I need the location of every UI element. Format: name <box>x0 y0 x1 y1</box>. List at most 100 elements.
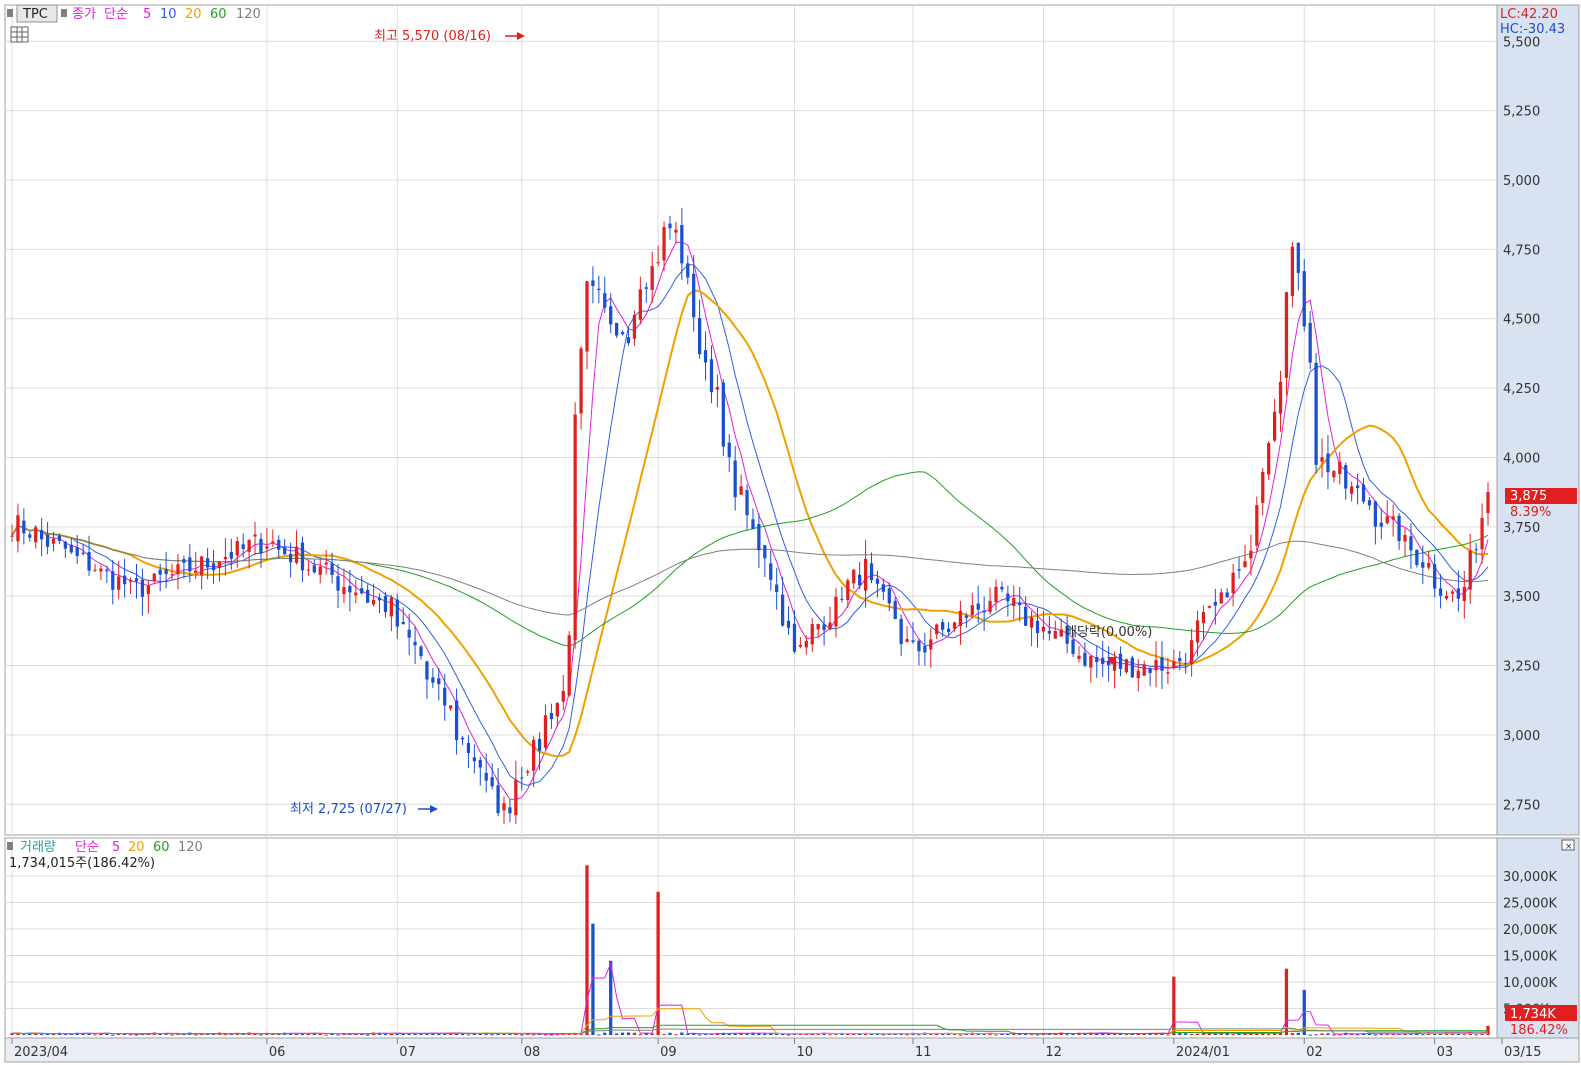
time-tick-label: 2024/01 <box>1176 1045 1230 1060</box>
time-tick-label: 11 <box>915 1045 932 1060</box>
volume-bar <box>1267 1034 1271 1036</box>
volume-bar <box>786 1034 791 1036</box>
volume-bar <box>614 1033 619 1035</box>
candle-body <box>828 622 832 630</box>
ma-period-120: 120 <box>236 7 261 22</box>
volume-bar <box>128 1034 133 1036</box>
volume-bar <box>632 1032 637 1035</box>
candle-body <box>1338 461 1342 475</box>
volume-bar <box>93 1034 97 1036</box>
volume-bar <box>1284 968 1289 1035</box>
volume-bar <box>1296 1032 1300 1035</box>
candle-body <box>454 700 459 741</box>
volume-bar <box>40 1034 44 1036</box>
candle-body <box>1077 655 1081 659</box>
symbol-label[interactable]: TPC <box>22 7 48 22</box>
candle-body <box>265 546 269 549</box>
candle-body <box>632 314 637 339</box>
candle-body <box>686 263 690 278</box>
candle-body <box>514 779 518 816</box>
candle-body <box>733 460 737 498</box>
candle-body <box>680 225 684 264</box>
candle-body <box>1041 626 1046 632</box>
price-tick-label: 3,250 <box>1503 660 1540 675</box>
candle-body <box>1189 640 1194 665</box>
volume-bar <box>1320 1033 1324 1035</box>
candle-body <box>383 596 388 613</box>
candle-body <box>1415 549 1419 565</box>
candle-body <box>1314 362 1318 465</box>
candle-body <box>609 306 613 325</box>
candle-body <box>283 547 287 555</box>
volume-bar <box>846 1034 850 1036</box>
price-tick-label: 2,750 <box>1503 798 1540 813</box>
candle-body <box>271 541 275 544</box>
time-tick-label: 09 <box>660 1045 677 1060</box>
volume-bar <box>775 1033 779 1035</box>
volume-ma-120: 120 <box>178 840 203 855</box>
ma-period-5: 5 <box>143 7 151 22</box>
candle-body <box>1178 658 1182 662</box>
candle-body <box>668 223 672 229</box>
candle-body <box>709 359 714 393</box>
price-tick-label: 3,500 <box>1503 590 1540 605</box>
candle-body <box>1148 668 1152 673</box>
candle-body <box>1130 657 1134 678</box>
volume-bar <box>490 1034 494 1036</box>
ma-period-20: 20 <box>185 7 202 22</box>
time-tick-label: 07 <box>399 1045 416 1060</box>
candle-body <box>371 600 376 605</box>
volume-bar <box>1195 1033 1200 1035</box>
price-tick-label: 5,000 <box>1503 174 1540 189</box>
candle-body <box>703 350 708 363</box>
volume-bar <box>306 1033 311 1035</box>
volume-bar <box>419 1033 423 1035</box>
candle-body <box>45 534 50 547</box>
time-tick-label: 10 <box>796 1045 813 1060</box>
volume-panel-close-icon[interactable]: × <box>1561 839 1575 852</box>
candle-body <box>122 575 127 585</box>
candle-body <box>727 442 731 458</box>
candle-body <box>330 563 334 575</box>
candle-body <box>549 712 554 720</box>
volume-bar <box>697 1034 702 1036</box>
candle-body <box>1225 592 1229 598</box>
volume-bar <box>958 1034 963 1036</box>
volume-tick-label: 20,000K <box>1503 923 1557 938</box>
candle-body <box>1213 601 1217 606</box>
candle-body <box>881 584 886 592</box>
candle-body <box>324 562 328 565</box>
candle-body <box>1172 661 1176 669</box>
volume-current: 1,734,015주(186.42%) <box>9 856 155 871</box>
candle-body <box>277 539 281 550</box>
candle-body <box>478 759 482 768</box>
table-icon[interactable] <box>10 26 29 43</box>
candle-body <box>69 544 73 553</box>
volume-bar <box>668 1032 672 1035</box>
candle-body <box>739 486 743 495</box>
candle-body <box>982 610 986 613</box>
candle-body <box>1391 516 1395 520</box>
volume-bar <box>585 865 589 1035</box>
candle-body <box>1083 652 1087 666</box>
candle-body <box>887 588 891 604</box>
time-tick-label: 2023/04 <box>14 1045 68 1060</box>
candle-body <box>354 592 358 596</box>
candle-body <box>200 556 204 576</box>
candle-body <box>852 569 856 584</box>
candle-body <box>407 629 411 638</box>
candle-body <box>508 807 512 814</box>
candle-body <box>87 552 91 571</box>
stock-chart[interactable]: 5,500 5,250 5,000 4,750 4,500 4,250 4,000 3,750… <box>0 0 1581 1065</box>
candle-body <box>235 541 239 556</box>
candle-body <box>1379 522 1383 527</box>
volume-bar <box>1065 1034 1069 1036</box>
candle-body <box>1124 659 1129 673</box>
ma-period-60: 60 <box>210 7 227 22</box>
volume-bar <box>1035 1034 1040 1036</box>
candle-body <box>905 639 909 642</box>
candle-body <box>561 690 565 702</box>
candle-body <box>1284 292 1289 378</box>
volume-tick-label: 25,000K <box>1503 896 1557 911</box>
candle-body <box>140 579 145 597</box>
